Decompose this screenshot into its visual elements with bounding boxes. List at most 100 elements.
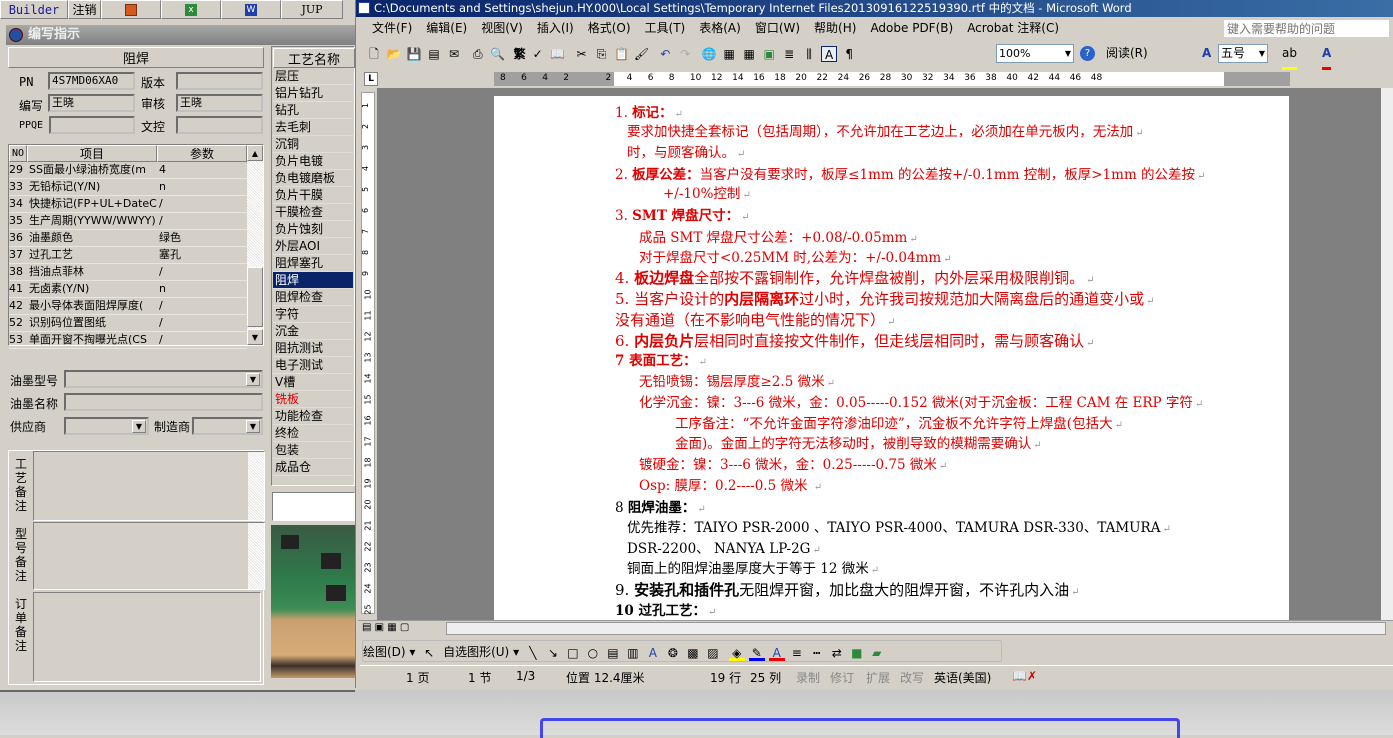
process-item[interactable]: 负片电镀 xyxy=(273,153,353,170)
dash-style-icon[interactable]: ┅ xyxy=(809,645,825,661)
ink-name-field[interactable] xyxy=(64,393,263,411)
paste-icon[interactable]: 📋 xyxy=(614,46,630,62)
read-button[interactable]: 阅读(R) xyxy=(1106,40,1148,67)
diagram-icon[interactable]: ❂ xyxy=(665,645,681,661)
tables-borders-icon[interactable]: ▦ xyxy=(721,46,737,62)
scrollbar[interactable] xyxy=(248,452,264,520)
help-search-input[interactable] xyxy=(1224,20,1389,37)
styles-icon[interactable]: A xyxy=(1202,40,1211,67)
table-row[interactable]: 37 过孔工艺 塞孔 xyxy=(9,247,247,264)
process-item[interactable]: 字符 xyxy=(273,306,353,323)
scroll-up-button[interactable]: ▲ xyxy=(247,145,263,161)
process-item[interactable]: 负电镀磨板 xyxy=(273,170,353,187)
vertical-ruler[interactable]: 1 2 3 4 5 6 7 8 9 10 11 12 13 14 15 16 17 18 19 20 21 22 23 24 2… xyxy=(361,92,375,615)
table-scrollbar[interactable]: ▲ ▼ xyxy=(247,145,263,345)
doc-control-field[interactable] xyxy=(176,116,263,134)
menu-item[interactable]: 格式(O) xyxy=(588,21,631,35)
vertical-scrollbar[interactable] xyxy=(1381,88,1393,620)
ink-model-select[interactable]: ▼ xyxy=(64,370,263,388)
version-field[interactable] xyxy=(176,72,263,90)
word-button[interactable]: W xyxy=(221,0,281,19)
rectangle-icon[interactable]: □ xyxy=(565,645,581,661)
status-rec[interactable]: 录制 xyxy=(796,669,820,686)
reviewer-field[interactable]: 王晓 xyxy=(176,94,263,112)
table-row[interactable]: 42 最小导体表面阻焊厚度(/ xyxy=(9,298,247,315)
open-icon[interactable]: 📂 xyxy=(386,46,402,62)
process-item[interactable]: 阻抗测试 xyxy=(273,340,353,357)
menu-item[interactable]: 编辑(E) xyxy=(426,21,467,35)
process-item[interactable]: 层压 xyxy=(273,68,353,85)
font-color-icon[interactable]: A xyxy=(1322,40,1332,70)
table-row[interactable]: 52 识别码位置图纸 / xyxy=(9,315,247,332)
builder-button[interactable]: Builder xyxy=(0,0,68,19)
help-icon[interactable]: ? xyxy=(1080,46,1095,61)
columns-icon[interactable]: ≣ xyxy=(781,46,797,62)
clipart-icon[interactable]: ▩ xyxy=(685,645,701,661)
menu-item[interactable]: Adobe PDF(B) xyxy=(870,21,953,35)
writer-field[interactable]: 王晓 xyxy=(48,94,135,112)
document-map-icon[interactable]: A xyxy=(821,45,838,62)
redo-icon[interactable]: ↷ xyxy=(677,46,693,62)
oval-icon[interactable]: ○ xyxy=(585,645,601,661)
view-buttons[interactable]: ▤ ▣ ▦ ▢ xyxy=(362,622,409,633)
process-remark-textarea[interactable] xyxy=(33,451,265,521)
process-list-header[interactable]: 工艺名称 xyxy=(273,48,355,68)
status-language[interactable]: 英语(美国) xyxy=(934,669,991,686)
undo-icon[interactable]: ↶ xyxy=(657,46,673,62)
menu-item[interactable]: 帮助(H) xyxy=(814,21,856,35)
menu-item[interactable]: 视图(V) xyxy=(481,21,523,35)
vertical-textbox-icon[interactable]: ▥ xyxy=(625,645,641,661)
shadow-icon[interactable]: ■ xyxy=(849,645,865,661)
chevron-down-icon[interactable]: ▼ xyxy=(132,420,146,433)
traditional-chinese-button[interactable]: 繁 xyxy=(514,46,526,62)
arrow-icon[interactable]: ↘ xyxy=(545,645,561,661)
horizontal-ruler[interactable]: 8 6 4 2 2 4 6 8 10 12 14 16 18 20 22 24 26 28 30 32 34 36 38 40… xyxy=(494,72,1290,86)
print-preview-icon[interactable]: 🔍 xyxy=(490,46,506,62)
process-item[interactable]: 阻焊检查 xyxy=(273,289,353,306)
scroll-down-button[interactable]: ▼ xyxy=(247,329,263,345)
tab-selector[interactable]: L xyxy=(364,72,378,86)
menu-item[interactable]: 表格(A) xyxy=(699,21,741,35)
permission-icon[interactable]: ▤ xyxy=(426,46,442,62)
wordart-icon[interactable]: A xyxy=(645,645,661,661)
process-item[interactable]: 沉金 xyxy=(273,323,353,340)
horizontal-scrollbar[interactable] xyxy=(446,622,1386,635)
insert-table-icon[interactable]: ▦ xyxy=(741,46,757,62)
scroll-thumb[interactable] xyxy=(247,267,263,327)
new-document-icon[interactable]: 🗋 xyxy=(366,46,382,62)
scrollbar[interactable] xyxy=(248,523,264,589)
status-ext[interactable]: 扩展 xyxy=(866,669,890,686)
research-icon[interactable]: 📖 xyxy=(550,46,566,62)
3d-icon[interactable]: ▰ xyxy=(869,645,885,661)
drawing-icon[interactable]: ⫼ xyxy=(801,46,817,62)
line-color-icon[interactable]: ✎ xyxy=(748,645,765,661)
chevron-down-icon[interactable]: ▼ xyxy=(246,420,260,433)
pn-field[interactable]: 4S7MD06XA0 xyxy=(48,72,135,90)
process-item[interactable]: 功能检查 xyxy=(273,408,353,425)
format-painter-icon[interactable]: 🖌 xyxy=(634,46,650,62)
process-item[interactable]: 沉铜 xyxy=(273,136,353,153)
process-item[interactable]: 钻孔 xyxy=(273,102,353,119)
process-item[interactable]: 铝片钻孔 xyxy=(273,85,353,102)
model-remark-textarea[interactable] xyxy=(33,522,265,590)
font-size-select[interactable]: 五号 ▼ xyxy=(1218,44,1268,63)
process-input[interactable] xyxy=(272,492,355,521)
process-item[interactable]: 外层AOI xyxy=(273,238,353,255)
excel-button[interactable]: x xyxy=(161,0,221,19)
show-hide-icon[interactable]: ¶ xyxy=(841,46,857,62)
col-header-param[interactable]: 参数 xyxy=(157,145,247,162)
document-page[interactable]: 1. 标记： ↵ 要求加快捷全套标记（包括周期），不允许加在工艺边上，必须加在单元板… xyxy=(494,96,1289,620)
line-icon[interactable]: ╲ xyxy=(525,645,541,661)
save-icon[interactable]: 💾 xyxy=(406,46,422,62)
zoom-select[interactable]: 100% ▼ xyxy=(996,44,1074,63)
menu-item[interactable]: 文件(F) xyxy=(372,21,412,35)
table-row[interactable]: 36 油墨颜色 绿色 xyxy=(9,230,247,247)
textbox-icon[interactable]: ▤ xyxy=(605,645,621,661)
arrow-style-icon[interactable]: ⇄ xyxy=(829,645,845,661)
process-item[interactable]: 负片蚀刻 xyxy=(273,221,353,238)
picture-icon[interactable]: ▨ xyxy=(705,645,721,661)
table-row[interactable]: 41 无卤素(Y/N) n xyxy=(9,281,247,298)
process-item[interactable]: 负片干膜 xyxy=(273,187,353,204)
hyperlink-icon[interactable]: 🌐 xyxy=(701,46,717,62)
process-item[interactable]: 去毛刺 xyxy=(273,119,353,136)
